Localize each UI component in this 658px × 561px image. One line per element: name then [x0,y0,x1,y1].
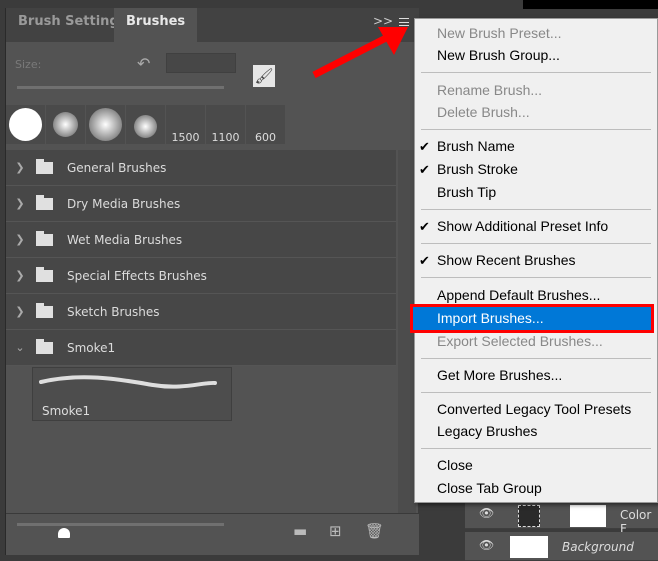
menu-item-new-brush-group[interactable]: New Brush Group... [415,44,658,67]
slider-handle[interactable] [58,528,70,538]
checkmark-icon: ✔ [419,139,430,154]
group-name: Sketch Brushes [67,304,160,319]
group-name: Smoke1 [67,340,116,355]
size-label: Size: [15,58,42,71]
chevron-right-icon[interactable]: ❯ [10,233,30,246]
menu-item-show-additional-preset-info[interactable]: ✔ Show Additional Preset Info [415,215,658,238]
eye-icon[interactable]: 👁 [479,538,494,552]
folder-icon [36,158,53,174]
recent-brush[interactable] [126,105,165,144]
group-name: General Brushes [67,160,167,175]
tab-brushes[interactable]: Brushes [114,8,198,42]
menu-item-converted-legacy-tool-presets[interactable]: Converted Legacy Tool Presets [415,398,658,421]
canvas-edge [523,0,658,9]
menu-item-show-recent-brushes[interactable]: ✔ Show Recent Brushes [415,249,658,272]
menu-item-legacy-brushes[interactable]: Legacy Brushes [415,420,658,443]
brush-group[interactable]: ⌄ Smoke1 [6,330,396,366]
reset-icon[interactable]: ↶ [137,54,150,73]
group-name: Special Effects Brushes [67,268,207,283]
panel-footer: ▬ ⊞ 🗑 [6,513,419,555]
recent-brush[interactable]: 1100 [206,105,245,144]
layer-row[interactable]: 👁 Color F [465,500,658,536]
menu-item-brush-stroke[interactable]: ✔ Brush Stroke [415,158,658,181]
menu-item-close[interactable]: Close [415,454,658,477]
menu-item-delete-brush[interactable]: Delete Brush... [415,101,658,124]
menu-item-export-selected-brushes[interactable]: Export Selected Brushes... [415,330,658,353]
checkmark-icon: ✔ [419,253,430,268]
layers-panel: 👁 Color F 👁 Background [465,496,658,561]
recent-brush[interactable]: 1500 [166,105,205,144]
checkmark-icon: ✔ [419,219,430,234]
layer-row[interactable]: 👁 Background [465,532,658,561]
menu-item-brush-tip[interactable]: Brush Tip [415,181,658,204]
annotation-arrow [312,27,408,79]
chevron-right-icon[interactable]: ❯ [10,197,30,210]
size-input[interactable] [166,53,236,73]
thumbnail-size-slider[interactable] [17,523,224,526]
group-name: Wet Media Brushes [67,232,183,247]
brush-size-label: 600 [255,131,276,144]
menu-item-get-more-brushes[interactable]: Get More Brushes... [415,364,658,387]
brush-stroke-preview [39,375,217,389]
layer-name: Background [562,540,634,554]
menu-item-rename-brush[interactable]: Rename Brush... [415,79,658,102]
new-brush-icon[interactable]: ⊞ [329,522,342,540]
trash-icon[interactable]: 🗑 [365,522,384,540]
brush-group[interactable]: ❯ Sketch Brushes [6,294,396,330]
menu-item-close-tab-group[interactable]: Close Tab Group [415,477,658,500]
group-name: Dry Media Brushes [67,196,181,211]
brush-preset[interactable]: Smoke1 [32,367,232,421]
size-slider[interactable] [17,86,224,89]
menu-item-import-brushes[interactable]: Import Brushes... [410,304,654,333]
chevron-right-icon[interactable]: ❯ [10,269,30,282]
recent-brushes: 1500 1100 600 [6,105,285,144]
chevron-right-icon[interactable]: ❯ [10,161,30,174]
brush-group[interactable]: ❯ Special Effects Brushes [6,258,396,294]
recent-brush[interactable]: 600 [246,105,285,144]
menu-item-append-default-brushes[interactable]: Append Default Brushes... [415,284,658,307]
menu-item-brush-name[interactable]: ✔ Brush Name [415,135,658,158]
brush-size-label: 1100 [211,131,240,144]
brush-group[interactable]: ❯ Wet Media Brushes [6,222,396,258]
chevron-down-icon[interactable]: ⌄ [10,341,30,354]
chevron-right-icon[interactable]: ❯ [10,305,30,318]
new-group-folder-icon[interactable]: ▬ [293,522,307,540]
brushes-panel: Brush Settings Brushes >> Size: ↶ 🖌 1500… [5,8,419,555]
brush-group[interactable]: ❯ Dry Media Brushes [6,186,396,222]
recent-brush[interactable] [46,105,85,144]
recent-brush[interactable] [6,105,45,144]
folder-icon [36,230,53,246]
folder-open-icon [36,338,53,354]
folder-icon [36,194,53,210]
brush-size-label: 1500 [171,131,200,144]
checkmark-icon: ✔ [419,162,430,177]
folder-icon [36,266,53,282]
brush-group-list: ❯ General Brushes ❯ Dry Media Brushes ❯ Wet… [6,150,396,366]
eye-icon[interactable]: 👁 [479,506,494,520]
recent-brush[interactable] [86,105,125,144]
folder-icon [36,302,53,318]
brush-group[interactable]: ❯ General Brushes [6,150,396,186]
brush-name: Smoke1 [42,404,91,418]
panel-flyout-menu: New Brush Preset... New Brush Group... R… [410,18,658,503]
menu-item-new-brush-preset[interactable]: New Brush Preset... [415,22,658,45]
brush-settings-toggle-icon[interactable]: 🖌 [253,65,275,87]
